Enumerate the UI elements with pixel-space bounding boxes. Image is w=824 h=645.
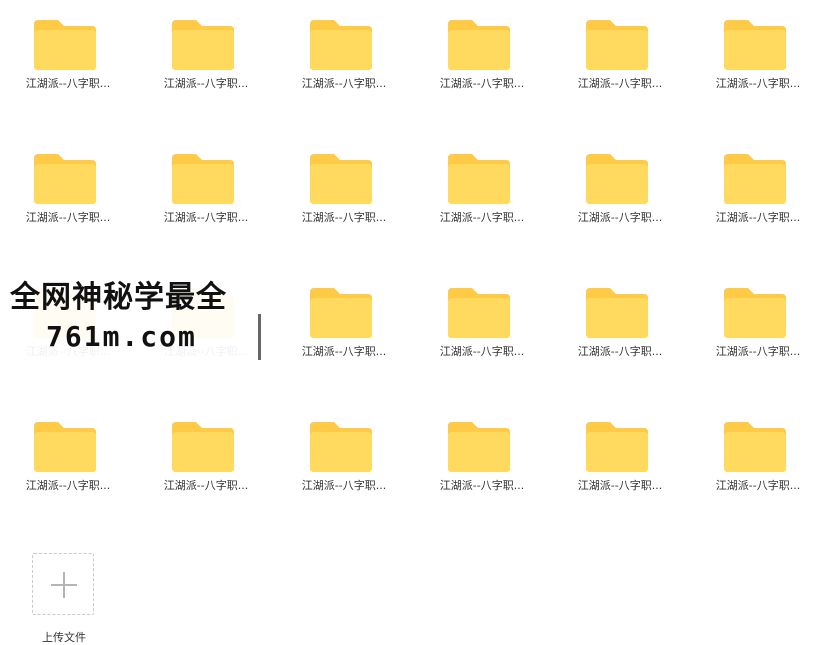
folder-icon — [172, 20, 234, 70]
folder-icon — [724, 288, 786, 338]
folder-icon — [310, 422, 372, 472]
folder-icon — [34, 422, 96, 472]
folder-item[interactable]: 江湖派--八字职... — [18, 134, 156, 234]
folder-icon — [586, 20, 648, 70]
folder-icon — [448, 20, 510, 70]
folder-name: 江湖派--八字职... — [25, 211, 111, 224]
folder-item[interactable]: 江湖派--八字职... — [570, 268, 708, 368]
folder-icon — [34, 154, 96, 204]
folder-item[interactable]: 江湖派--八字职... — [18, 402, 156, 502]
folder-item[interactable]: 江湖派--八字职... — [708, 134, 824, 234]
folder-name: 江湖派--八字职... — [301, 211, 387, 224]
folder-item[interactable]: 江湖派--八字职... — [156, 0, 294, 100]
folder-name: 江湖派--八字职... — [715, 479, 801, 492]
folder-item[interactable]: 江湖派--八字职... — [156, 134, 294, 234]
folder-item[interactable]: 江湖派--八字职... — [570, 402, 708, 502]
folder-item[interactable]: 江湖派--八字职... — [708, 0, 824, 100]
watermark-url: 761m.com — [46, 320, 197, 353]
folder-item[interactable]: 江湖派--八字职... — [432, 0, 570, 100]
folder-item[interactable]: 江湖派--八字职... — [708, 268, 824, 368]
folder-name: 江湖派--八字职... — [25, 479, 111, 492]
folder-name: 江湖派--八字职... — [577, 345, 663, 358]
watermark: 全网神秘学最全 761m.com — [0, 262, 300, 366]
plus-icon — [51, 572, 77, 598]
folder-name: 江湖派--八字职... — [439, 77, 525, 90]
folder-name: 江湖派--八字职... — [439, 345, 525, 358]
folder-item[interactable]: 江湖派--八字职... — [432, 134, 570, 234]
folder-icon — [34, 20, 96, 70]
folder-icon — [310, 288, 372, 338]
folder-name: 江湖派--八字职... — [439, 479, 525, 492]
folder-icon — [724, 154, 786, 204]
folder-name: 江湖派--八字职... — [301, 345, 387, 358]
folder-name: 江湖派--八字职... — [163, 479, 249, 492]
folder-item[interactable]: 江湖派--八字职... — [432, 402, 570, 502]
folder-item[interactable]: 江湖派--八字职... — [294, 268, 432, 368]
folder-icon — [724, 422, 786, 472]
folder-icon — [172, 422, 234, 472]
folder-name: 江湖派--八字职... — [439, 211, 525, 224]
folder-name: 江湖派--八字职... — [715, 345, 801, 358]
folder-icon — [172, 154, 234, 204]
folder-icon — [310, 154, 372, 204]
folder-name: 江湖派--八字职... — [163, 77, 249, 90]
folder-item[interactable]: 江湖派--八字职... — [294, 0, 432, 100]
folder-icon — [448, 422, 510, 472]
folder-icon — [448, 154, 510, 204]
upload-button[interactable] — [32, 553, 94, 615]
folder-icon — [448, 288, 510, 338]
folder-icon — [724, 20, 786, 70]
folder-name: 江湖派--八字职... — [715, 211, 801, 224]
folder-item[interactable]: 江湖派--八字职... — [708, 402, 824, 502]
folder-item[interactable]: 江湖派--八字职... — [294, 134, 432, 234]
folder-item[interactable]: 江湖派--八字职... — [156, 402, 294, 502]
folder-name: 江湖派--八字职... — [163, 211, 249, 224]
folder-item[interactable]: 江湖派--八字职... — [432, 268, 570, 368]
watermark-title: 全网神秘学最全 — [10, 280, 227, 315]
folder-name: 江湖派--八字职... — [301, 77, 387, 90]
folder-icon — [586, 154, 648, 204]
folder-icon — [586, 422, 648, 472]
folder-item[interactable]: 江湖派--八字职... — [294, 402, 432, 502]
folder-name: 江湖派--八字职... — [577, 479, 663, 492]
folder-name: 江湖派--八字职... — [577, 77, 663, 90]
folder-icon — [310, 20, 372, 70]
folder-item[interactable]: 江湖派--八字职... — [18, 0, 156, 100]
folder-item[interactable]: 江湖派--八字职... — [570, 134, 708, 234]
folder-item[interactable]: 江湖派--八字职... — [570, 0, 708, 100]
upload-label: 上传文件 — [42, 631, 86, 644]
folder-icon — [586, 288, 648, 338]
folder-name: 江湖派--八字职... — [577, 211, 663, 224]
watermark-divider — [258, 314, 261, 360]
folder-name: 江湖派--八字职... — [25, 77, 111, 90]
folder-name: 江湖派--八字职... — [301, 479, 387, 492]
folder-name: 江湖派--八字职... — [715, 77, 801, 90]
